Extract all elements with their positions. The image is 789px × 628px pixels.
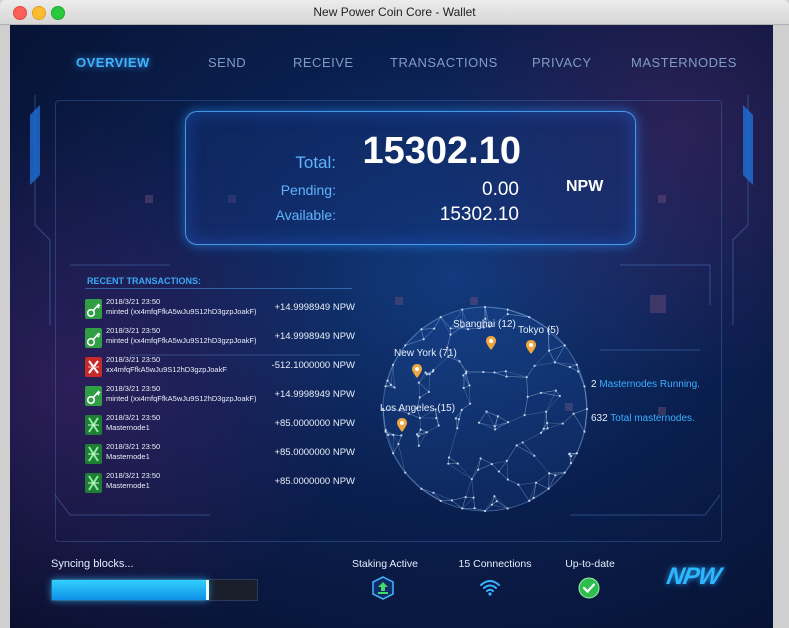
recent-divider bbox=[85, 288, 352, 289]
transaction-amount: +85.0000000 NPW bbox=[274, 476, 355, 487]
tab-overview[interactable]: OVERVIEW bbox=[76, 55, 150, 70]
wifi-icon[interactable] bbox=[479, 578, 501, 596]
pending-label: Pending: bbox=[280, 182, 336, 198]
city-label-new-york: New York (71) bbox=[394, 348, 457, 359]
npw-logo: NPW bbox=[664, 563, 723, 590]
recent-transactions-title: RECENT TRANSACTIONS: bbox=[87, 276, 201, 286]
masternodes-running-count: 2 bbox=[591, 379, 597, 390]
currency-unit: NPW bbox=[566, 178, 604, 195]
tab-receive[interactable]: RECEIVE bbox=[293, 55, 354, 70]
transaction-description: Masternode1 bbox=[106, 452, 150, 461]
transaction-date: 2018/3/21 23:50 bbox=[106, 384, 161, 393]
transaction-date: 2018/3/21 23:50 bbox=[106, 413, 161, 422]
masternodes-running: 2 Masternodes Running. bbox=[591, 379, 700, 390]
total-label: Total: bbox=[295, 153, 336, 172]
transaction-date: 2018/3/21 23:50 bbox=[106, 355, 161, 364]
transaction-description: xx4mfqFfkA5wJu9S12hD3gzpJoakF bbox=[106, 365, 227, 374]
tab-privacy[interactable]: PRIVACY bbox=[532, 55, 592, 70]
map-pin-icon bbox=[397, 418, 407, 432]
transaction-amount: +14.9998949 NPW bbox=[274, 331, 355, 342]
transaction-date: 2018/3/21 23:50 bbox=[106, 442, 161, 451]
masternode-x-icon bbox=[85, 415, 102, 435]
transaction-description: Masternode1 bbox=[106, 423, 150, 432]
transaction-row[interactable]: 2018/3/21 23:50 Masternode1 +85.0000000 NP… bbox=[85, 471, 355, 499]
masternodes-total: 632 Total masternodes. bbox=[591, 413, 695, 424]
staking-upload-icon[interactable] bbox=[372, 576, 394, 600]
map-pin-icon bbox=[412, 364, 422, 378]
masternode-x-icon bbox=[85, 444, 102, 464]
key-icon bbox=[85, 386, 102, 406]
app-window: New Power Coin Core - Wallet OVERVIEW SE… bbox=[0, 0, 789, 628]
key-icon bbox=[85, 328, 102, 348]
transaction-row[interactable]: 2018/3/21 23:50 xx4mfqFfkA5wJu9S12hD3gzpJ… bbox=[85, 355, 355, 383]
transaction-row[interactable]: 2018/3/21 23:50 minted (xx4mfqFfkA5wJu9S1… bbox=[85, 384, 355, 412]
available-value: 15302.10 bbox=[439, 204, 519, 225]
masternodes-running-label: Masternodes Running. bbox=[599, 379, 700, 390]
transaction-date: 2018/3/21 23:50 bbox=[106, 471, 161, 480]
masternode-x-icon bbox=[85, 473, 102, 493]
masternodes-total-count: 632 bbox=[591, 413, 608, 424]
city-label-shanghai: Shanghai (12) bbox=[453, 319, 516, 330]
transaction-description: minted (xx4mfqFfkA5wJu9S12hD3gzpJoakF) bbox=[106, 394, 257, 403]
staking-label: Staking Active bbox=[352, 558, 418, 570]
balance-panel: Total: 15302.10 Pending: 0.00 Available:… bbox=[185, 111, 636, 245]
key-icon bbox=[85, 299, 102, 319]
connections-label: 15 Connections bbox=[458, 558, 532, 570]
transaction-description: minted (xx4mfqFfkA5wJu9S12hD3gzpJoakF) bbox=[106, 336, 257, 345]
transaction-date: 2018/3/21 23:50 bbox=[106, 297, 161, 306]
uptodate-label: Up-to-date bbox=[565, 558, 615, 570]
window-title: New Power Coin Core - Wallet bbox=[313, 5, 476, 19]
sync-progress-fill bbox=[52, 580, 208, 600]
transaction-row[interactable]: 2018/3/21 23:50 minted (xx4mfqFfkA5wJu9S1… bbox=[85, 297, 355, 325]
transaction-row[interactable]: 2018/3/21 23:50 Masternode1 +85.0000000 NP… bbox=[85, 413, 355, 441]
cross-icon bbox=[85, 357, 102, 377]
transaction-amount: +85.0000000 NPW bbox=[274, 447, 355, 458]
transaction-row[interactable]: 2018/3/21 23:50 Masternode1 +85.0000000 NP… bbox=[85, 442, 355, 470]
wallet-app: OVERVIEW SEND RECEIVE TRANSACTIONS PRIVA… bbox=[10, 25, 773, 628]
tab-send[interactable]: SEND bbox=[208, 55, 246, 70]
check-circle-icon[interactable] bbox=[578, 577, 600, 599]
sync-progress-bar bbox=[51, 579, 258, 601]
transaction-amount: +14.9998949 NPW bbox=[274, 302, 355, 313]
transaction-description: Masternode1 bbox=[106, 481, 150, 490]
transaction-amount: +85.0000000 NPW bbox=[274, 418, 355, 429]
sync-label: Syncing blocks... bbox=[51, 558, 134, 570]
map-pin-icon bbox=[526, 340, 536, 354]
sync-progress-edge bbox=[205, 580, 209, 600]
transaction-amount: +14.9998949 NPW bbox=[274, 389, 355, 400]
transaction-description: minted (xx4mfqFfkA5wJu9S12hD3gzpJoakF) bbox=[106, 307, 257, 316]
available-label: Available: bbox=[275, 207, 336, 223]
total-value: 15302.10 bbox=[362, 130, 522, 172]
tab-transactions[interactable]: TRANSACTIONS bbox=[390, 55, 498, 70]
transaction-date: 2018/3/21 23:50 bbox=[106, 326, 161, 335]
tab-masternodes[interactable]: MASTERNODES bbox=[631, 55, 737, 70]
map-pin-icon bbox=[486, 336, 496, 350]
transaction-amount: -512.1000000 NPW bbox=[271, 360, 355, 371]
main-nav: OVERVIEW SEND RECEIVE TRANSACTIONS PRIVA… bbox=[10, 25, 773, 99]
title-bar: New Power Coin Core - Wallet bbox=[0, 0, 789, 25]
transaction-row[interactable]: 2018/3/21 23:50 minted (xx4mfqFfkA5wJu9S1… bbox=[85, 326, 355, 354]
masternodes-total-label: Total masternodes. bbox=[610, 413, 695, 424]
city-label-los-angeles: Los Angeles (15) bbox=[380, 403, 456, 414]
city-label-tokyo: Tokyo (5) bbox=[518, 325, 560, 336]
pending-value: 0.00 bbox=[482, 179, 519, 200]
